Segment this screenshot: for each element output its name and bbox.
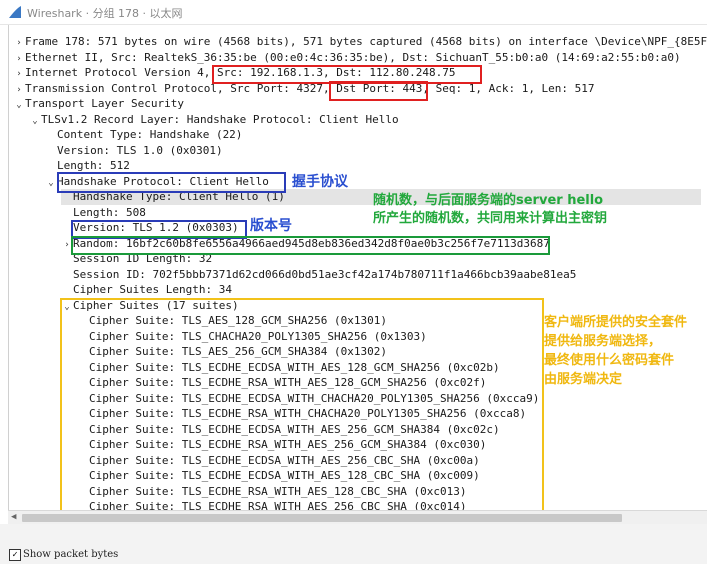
tree-row[interactable]: Cipher Suite: TLS_AES_256_GCM_SHA384 (0x… [77,344,387,360]
tree-row[interactable]: Cipher Suite: TLS_ECDHE_ECDSA_WITH_AES_1… [77,468,480,484]
tree-row[interactable]: Cipher Suite: TLS_ECDHE_ECDSA_WITH_AES_1… [77,360,500,376]
tree-row-text: Content Type: Handshake (22) [57,128,243,141]
tree-row[interactable]: › Frame 178: 571 bytes on wire (4568 bits… [13,34,707,50]
expand-chevron-icon[interactable]: ⌄ [45,175,57,191]
cipher-note-line1: 客户端所提供的安全套件 [544,315,688,330]
tree-row[interactable]: ⌄ Cipher Suites (17 suites) [61,298,239,315]
version-note: 版本号 [250,218,292,234]
tree-row-text: Version: TLS 1.0 (0x0301) [57,143,223,157]
tree-row-text: Handshake Protocol: Client Hello [57,174,269,188]
expand-chevron-icon[interactable]: ⌄ [13,97,25,113]
tree-row[interactable]: Cipher Suite: TLS_ECDHE_ECDSA_WITH_AES_2… [77,453,480,469]
tree-row-text: Transmission Control Protocol, Src Port:… [25,81,595,95]
tree-row[interactable]: › Transmission Control Protocol, Src Port… [13,81,595,97]
cipher-note-line4: 由服务端决定 [544,372,623,387]
tree-row-text: Version: TLS 1.2 (0x0303) [73,221,239,234]
tree-row[interactable]: Content Type: Handshake (22) [45,127,242,143]
scroll-left-icon[interactable]: ◀ [11,512,16,522]
tree-row[interactable]: Session ID: 702f5bbb7371d62cd066d0bd51ae… [61,267,576,283]
tree-row[interactable]: Length: 512 [45,158,130,174]
tree-row-text: Cipher Suite: TLS_CHACHA20_POLY1305_SHA2… [89,329,427,343]
cipher-note-line2: 提供给服务端选择， [544,334,662,349]
tree-row[interactable]: › Ethernet II, Src: RealtekS_36:35:be (00… [13,50,681,66]
tree-row-text: Cipher Suite: TLS_AES_256_GCM_SHA384 (0x… [89,345,388,358]
tree-row-text: Cipher Suite: TLS_ECDHE_RSA_WITH_AES_256… [89,500,467,510]
tree-row[interactable]: ⌄ Handshake Protocol: Client Hello [45,174,269,190]
tree-row[interactable]: Session ID Length: 32 [61,251,212,267]
tree-row-text: Cipher Suites Length: 34 [73,283,232,296]
tree-row[interactable]: Cipher Suite: TLS_ECDHE_RSA_WITH_AES_256… [77,437,486,453]
tree-row-text: Cipher Suite: TLS_ECDHE_ECDSA_WITH_CHACH… [89,391,540,405]
tree-row[interactable]: Cipher Suite: TLS_ECDHE_ECDSA_WITH_CHACH… [77,391,539,407]
tree-row-text: Length: 508 [73,205,146,219]
packet-details-tree[interactable]: › Frame 178: 571 bytes on wire (4568 bits… [8,25,707,510]
title-bar: Wireshark · 分组 178 · 以太网 [0,0,707,25]
tree-row-text: Random: 16bf2c60b8fe6556a4966aed945d8eb8… [73,236,550,250]
tree-row-text: Cipher Suite: TLS_ECDHE_RSA_WITH_AES_256… [89,438,487,451]
expand-chevron-icon[interactable]: ⌄ [61,299,73,315]
tree-row-text: Handshake Type: Client Hello (1) [73,190,285,203]
tree-row[interactable]: › Random: 16bf2c60b8fe6556a4966aed945d8eb… [61,236,550,252]
tree-row[interactable]: Cipher Suite: TLS_CHACHA20_POLY1305_SHA2… [77,329,427,345]
tree-row[interactable]: ⌄ Transport Layer Security [13,96,184,112]
tree-row[interactable]: Cipher Suite: TLS_ECDHE_RSA_WITH_CHACHA2… [77,406,526,422]
tree-row-text: Cipher Suite: TLS_ECDHE_RSA_WITH_AES_128… [89,376,487,389]
tree-row[interactable]: ⌄ TLSv1.2 Record Layer: Handshake Protoco… [29,112,399,129]
tree-row-text: Cipher Suite: TLS_ECDHE_ECDSA_WITH_AES_1… [89,360,500,374]
show-packet-bytes-label: Show packet bytes [23,549,119,560]
tree-row-text: Cipher Suite: TLS_ECDHE_RSA_WITH_AES_128… [89,484,467,498]
tree-row-text: Cipher Suite: TLS_AES_128_GCM_SHA256 (0x… [89,314,388,327]
tree-row-text: TLSv1.2 Record Layer: Handshake Protocol… [41,112,399,126]
expand-chevron-icon[interactable]: ⌄ [29,113,41,129]
tree-row[interactable]: Cipher Suite: TLS_ECDHE_ECDSA_WITH_AES_2… [77,422,500,438]
scrollbar-thumb[interactable] [22,514,622,522]
tree-row[interactable]: Cipher Suite: TLS_ECDHE_RSA_WITH_AES_128… [77,375,486,391]
tree-row-text: Frame 178: 571 bytes on wire (4568 bits)… [25,35,707,48]
tree-row-text: Length: 512 [57,159,130,172]
tree-row[interactable]: Version: TLS 1.2 (0x0303) [61,220,239,236]
tree-row-text: Ethernet II, Src: RealtekS_36:35:be (00:… [25,50,681,64]
tree-row[interactable]: Cipher Suite: TLS_AES_128_GCM_SHA256 (0x… [77,313,387,329]
tree-row-text: Cipher Suite: TLS_ECDHE_RSA_WITH_CHACHA2… [89,407,527,420]
tree-row-text: Internet Protocol Version 4, Src: 192.16… [25,66,456,79]
random-note-line2: 所产生的随机数，共同用来计算出主密钥 [373,211,608,226]
tree-row[interactable]: Cipher Suite: TLS_ECDHE_RSA_WITH_AES_128… [77,484,467,500]
tree-row-text: Session ID Length: 32 [73,252,213,265]
tree-row-text: Session ID: 702f5bbb7371d62cd066d0bd51ae… [73,267,577,281]
wireshark-fin-icon [9,6,21,18]
tree-row-text: Cipher Suite: TLS_ECDHE_ECDSA_WITH_AES_2… [89,422,500,436]
tree-row[interactable]: Length: 508 [61,205,146,221]
horizontal-scrollbar[interactable]: ◀ [8,510,707,525]
tree-row[interactable]: Version: TLS 1.0 (0x0301) [45,143,223,159]
tree-row[interactable]: Cipher Suites Length: 34 [61,282,232,298]
tree-row-text: Cipher Suite: TLS_ECDHE_ECDSA_WITH_AES_1… [89,469,480,482]
window-title: Wireshark · 分组 178 · 以太网 [27,7,183,20]
tree-row-text: Cipher Suites (17 suites) [73,298,239,312]
tree-row[interactable]: Cipher Suite: TLS_ECDHE_RSA_WITH_AES_256… [77,499,467,510]
tree-row-text: Cipher Suite: TLS_ECDHE_ECDSA_WITH_AES_2… [89,453,480,467]
tree-row-text: Transport Layer Security [25,97,184,110]
random-note-line1: 随机数，与后面服务端的server hello [373,193,604,208]
handshake-note: 握手协议 [292,174,348,190]
show-packet-bytes-checkbox[interactable]: ✓ [9,549,21,561]
cipher-note-line3: 最终使用什么密码套件 [544,353,675,368]
tree-row[interactable]: › Internet Protocol Version 4, Src: 192.1… [13,65,455,81]
